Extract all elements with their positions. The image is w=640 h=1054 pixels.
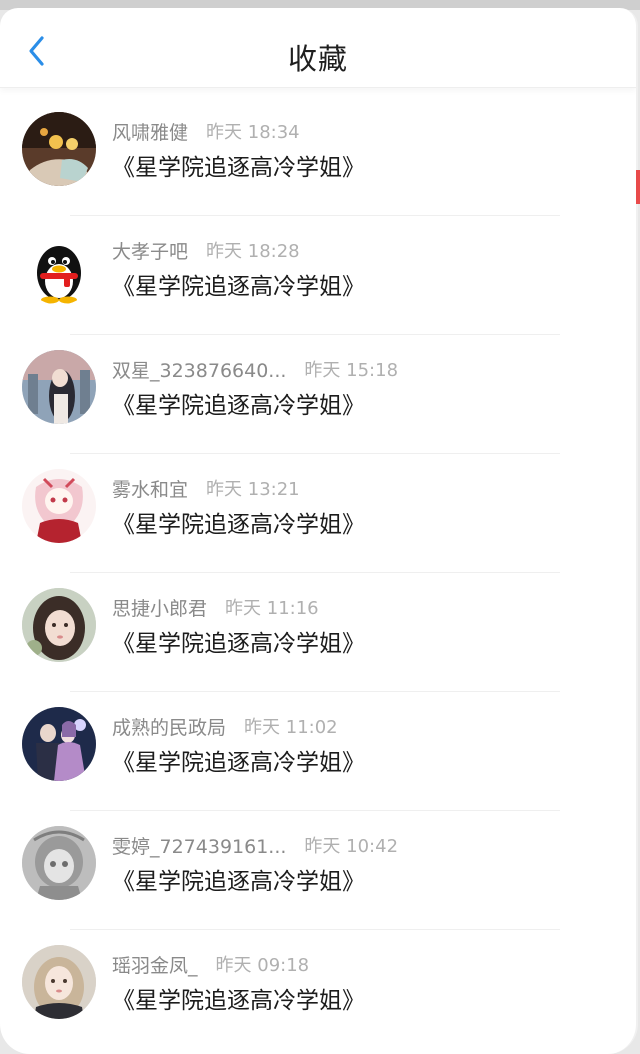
divider xyxy=(70,929,560,930)
timestamp: 昨天 18:34 xyxy=(206,122,300,143)
item-meta: 雾水和宜 昨天 13:21 xyxy=(112,475,300,501)
user-avatar[interactable] xyxy=(22,350,96,424)
item-meta: 风啸雅健 昨天 18:34 xyxy=(112,118,300,144)
favorites-list: 风啸雅健 昨天 18:34 《星学院追逐高冷学姐》 大孝子吧 昨天 18:28 … xyxy=(0,104,636,1054)
book-title[interactable]: 《星学院追逐高冷学姐》 xyxy=(112,862,365,896)
user-name[interactable]: 大孝子吧 xyxy=(112,237,188,264)
item-meta: 双星_323876640... 昨天 15:18 xyxy=(112,356,398,382)
user-avatar[interactable] xyxy=(22,945,96,1019)
user-avatar[interactable] xyxy=(22,588,96,662)
user-avatar[interactable] xyxy=(22,112,96,186)
user-name[interactable]: 成熟的民政局 xyxy=(112,713,226,740)
divider xyxy=(70,691,560,692)
book-title[interactable]: 《星学院追逐高冷学姐》 xyxy=(112,386,365,420)
timestamp: 昨天 11:16 xyxy=(225,598,319,619)
qq-penguin-avatar[interactable] xyxy=(22,231,96,305)
divider xyxy=(70,572,560,573)
item-meta: 思捷小郎君 昨天 11:16 xyxy=(112,594,319,620)
item-meta: 大孝子吧 昨天 18:28 xyxy=(112,237,300,263)
timestamp: 昨天 13:21 xyxy=(206,479,300,500)
list-item[interactable]: 双星_323876640... 昨天 15:18 《星学院追逐高冷学姐》 xyxy=(0,342,636,461)
book-title[interactable]: 《星学院追逐高冷学姐》 xyxy=(112,148,365,182)
divider xyxy=(70,810,560,811)
item-meta: 瑶羽金凤_ 昨天 09:18 xyxy=(112,951,309,977)
divider xyxy=(70,215,560,216)
list-item[interactable]: 瑶羽金凤_ 昨天 09:18 《星学院追逐高冷学姐》 xyxy=(0,937,636,1054)
divider xyxy=(70,453,560,454)
page-title: 收藏 xyxy=(287,42,348,76)
list-item[interactable]: 成熟的民政局 昨天 11:02 《星学院追逐高冷学姐》 xyxy=(0,699,636,818)
book-title[interactable]: 《星学院追逐高冷学姐》 xyxy=(112,981,365,1015)
user-avatar[interactable] xyxy=(22,826,96,900)
item-meta: 成熟的民政局 昨天 11:02 xyxy=(112,713,338,739)
user-name[interactable]: 风啸雅健 xyxy=(112,118,188,145)
list-item[interactable]: 风啸雅健 昨天 18:34 《星学院追逐高冷学姐》 xyxy=(0,104,636,223)
user-name[interactable]: 双星_323876640... xyxy=(112,356,286,383)
list-item[interactable]: 大孝子吧 昨天 18:28 《星学院追逐高冷学姐》 xyxy=(0,223,636,342)
user-name[interactable]: 瑶羽金凤_ xyxy=(112,951,198,978)
book-title[interactable]: 《星学院追逐高冷学姐》 xyxy=(112,267,365,301)
timestamp: 昨天 11:02 xyxy=(244,717,338,738)
item-meta: 雯婷_727439161... 昨天 10:42 xyxy=(112,832,398,858)
divider xyxy=(70,334,560,335)
timestamp: 昨天 10:42 xyxy=(304,836,399,857)
list-item[interactable]: 雯婷_727439161... 昨天 10:42 《星学院追逐高冷学姐》 xyxy=(0,818,636,937)
favorites-panel: 收藏 风啸雅健 昨天 18:34 《星学院追逐高冷学姐》 大孝子吧 昨天 18:… xyxy=(0,8,638,1054)
user-avatar[interactable] xyxy=(22,469,96,543)
user-name[interactable]: 思捷小郎君 xyxy=(112,594,207,621)
list-item[interactable]: 雾水和宜 昨天 13:21 《星学院追逐高冷学姐》 xyxy=(0,461,636,580)
scroll-marker xyxy=(636,170,640,204)
list-item[interactable]: 思捷小郎君 昨天 11:16 《星学院追逐高冷学姐》 xyxy=(0,580,636,699)
user-name[interactable]: 雾水和宜 xyxy=(112,475,188,502)
book-title[interactable]: 《星学院追逐高冷学姐》 xyxy=(112,624,365,658)
timestamp: 昨天 18:28 xyxy=(206,241,300,262)
header: 收藏 xyxy=(0,8,636,88)
user-name[interactable]: 雯婷_727439161... xyxy=(112,832,286,859)
user-avatar[interactable] xyxy=(22,707,96,781)
timestamp: 昨天 15:18 xyxy=(304,360,399,381)
timestamp: 昨天 09:18 xyxy=(215,955,310,976)
book-title[interactable]: 《星学院追逐高冷学姐》 xyxy=(112,505,365,539)
book-title[interactable]: 《星学院追逐高冷学姐》 xyxy=(112,743,365,777)
